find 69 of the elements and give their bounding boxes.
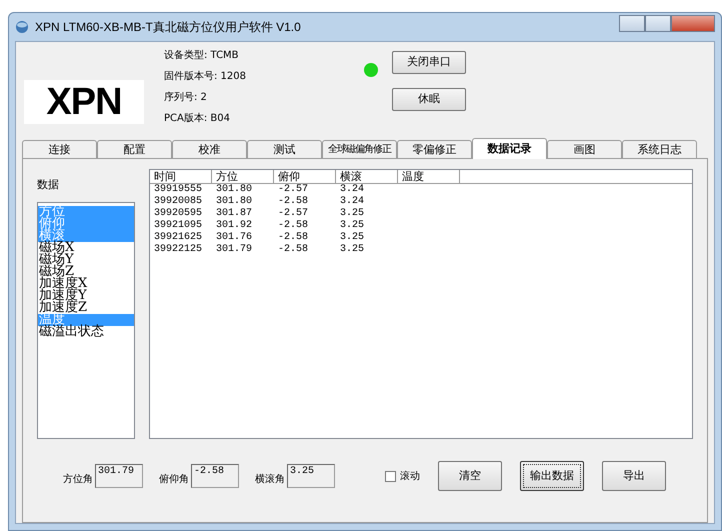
table-cell-text: 3.24 bbox=[339, 184, 366, 196]
table-cell-text: 39919555 bbox=[153, 184, 204, 196]
table-cell-text: 39920085 bbox=[153, 196, 204, 208]
tab[interactable]: 零偏修正 bbox=[397, 140, 472, 158]
readout-field: -2.58 bbox=[191, 464, 239, 488]
device-info-text: PCA版本: B04 bbox=[164, 112, 231, 126]
list-item[interactable]: 加速度Y bbox=[38, 290, 134, 302]
tab[interactable]: 全球磁偏角修正 bbox=[322, 140, 397, 158]
readout-label: 俯仰角 bbox=[159, 472, 189, 487]
table-cell-text: 301.92 bbox=[215, 220, 254, 232]
tab[interactable]: 测试 bbox=[247, 140, 322, 158]
tab[interactable]: 系统日志 bbox=[622, 140, 697, 158]
scroll-checkbox[interactable] bbox=[385, 470, 396, 482]
tab[interactable]: 连接 bbox=[22, 140, 97, 158]
action-button[interactable]: 输出数据 bbox=[520, 461, 584, 491]
close-port-button[interactable]: 关闭串口 bbox=[392, 51, 466, 74]
column-header[interactable]: 方位 bbox=[212, 170, 274, 183]
window-title: XPN LTM60-XB-MB-T真北磁方位仪用户软件 V1.0 bbox=[35, 19, 301, 36]
table-cell-text: 3.25 bbox=[339, 220, 366, 232]
table-cell-text: 3.25 bbox=[339, 232, 366, 244]
checkbox-label: 滚动 bbox=[400, 470, 420, 484]
list-item[interactable]: 磁溢出状态 bbox=[38, 326, 134, 338]
readout-label: 方位角 bbox=[63, 472, 93, 487]
device-info-text: 设备类型: TCMB bbox=[164, 48, 240, 63]
tab[interactable]: 校准 bbox=[172, 140, 247, 158]
list-item[interactable]: 磁场Z bbox=[38, 266, 134, 278]
readout-field: 301.79 bbox=[95, 464, 143, 488]
action-button[interactable]: 导出 bbox=[602, 461, 666, 491]
device-info-text: 序列号: 2 bbox=[164, 90, 208, 105]
readout-field: 3.25 bbox=[287, 464, 335, 488]
column-header[interactable]: 横滚 bbox=[336, 170, 398, 183]
maximize-button[interactable] bbox=[645, 14, 671, 32]
table-cell-text: -2.58 bbox=[277, 220, 310, 232]
column-header[interactable]: 俯仰 bbox=[274, 170, 336, 183]
minimize-button[interactable] bbox=[619, 14, 645, 32]
table-cell-text: 301.76 bbox=[215, 232, 254, 244]
table-cell-text: -2.58 bbox=[277, 232, 310, 244]
table-cell-text: 39920595 bbox=[153, 208, 204, 220]
action-button[interactable]: 清空 bbox=[438, 461, 502, 491]
app-icon bbox=[15, 20, 29, 34]
list-item[interactable]: 加速度Z bbox=[38, 302, 134, 314]
table-cell-text: -2.58 bbox=[277, 244, 310, 256]
table-cell-text: -2.57 bbox=[277, 208, 310, 220]
list-item[interactable]: 磁场X bbox=[38, 242, 134, 254]
tab[interactable]: 配置 bbox=[97, 140, 172, 158]
close-button[interactable] bbox=[671, 14, 715, 32]
table-cell-text: 301.80 bbox=[215, 184, 254, 196]
table-cell-text: -2.58 bbox=[277, 196, 310, 208]
sleep-button[interactable]: 休眠 bbox=[392, 88, 466, 111]
table-cell-text: 39921625 bbox=[153, 232, 204, 244]
table-cell-text: 39922125 bbox=[153, 244, 204, 256]
table-cell-text: 3.25 bbox=[339, 244, 366, 256]
data-label: 数据 bbox=[37, 177, 60, 193]
tab[interactable]: 画图 bbox=[547, 140, 622, 158]
table-cell-text: -2.57 bbox=[277, 184, 310, 196]
list-item[interactable]: 磁场Y bbox=[38, 254, 134, 266]
device-info-text: 固件版本号: 1208 bbox=[164, 70, 247, 84]
tab[interactable]: 数据记录 bbox=[472, 138, 547, 159]
table-cell-text: 3.24 bbox=[339, 196, 366, 208]
column-header[interactable]: 温度 bbox=[398, 170, 460, 183]
table-cell-text: 301.80 bbox=[215, 196, 254, 208]
readout-label: 横滚角 bbox=[255, 472, 285, 487]
list-item[interactable]: 加速度X bbox=[38, 278, 134, 290]
column-header[interactable]: 时间 bbox=[150, 170, 212, 183]
logo: XPN bbox=[24, 80, 144, 124]
table-cell-text: 39921095 bbox=[153, 220, 204, 232]
table-cell-text: 301.79 bbox=[215, 244, 254, 256]
table-cell-text: 301.87 bbox=[215, 208, 254, 220]
table-cell-text: 3.25 bbox=[339, 208, 366, 220]
